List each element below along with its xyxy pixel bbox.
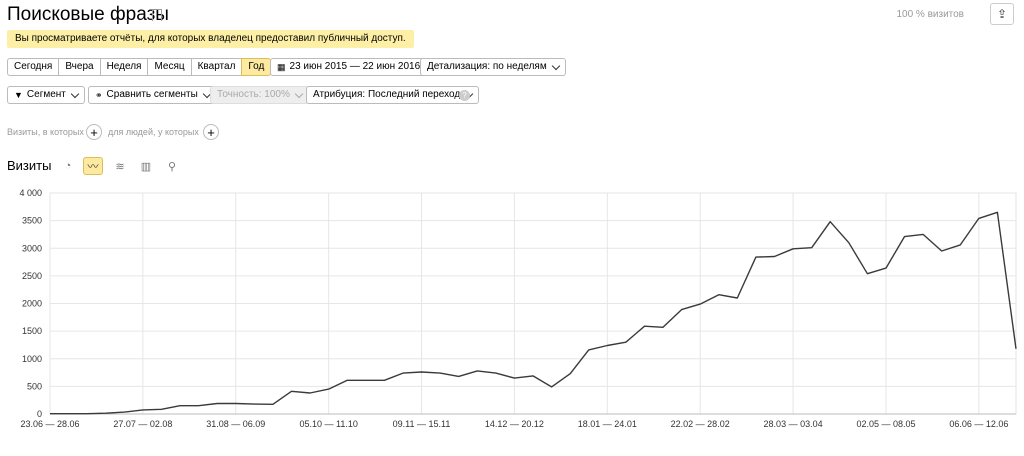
plus-icon: + (90, 125, 98, 140)
date-range-label: 23 июн 2015 — 22 июн 2016 (289, 61, 421, 72)
bookmark-icon[interactable] (152, 9, 162, 21)
x-tick-label: 23.06 — 28.06 (20, 419, 79, 429)
attribution-label: Атрибуция: Последний переход (313, 89, 461, 100)
visits-line-chart: 0 500 1000 1500 2000 2500 3000 3500 4 000 23.06 … (19, 188, 1017, 429)
y-tick-label: 4 000 (19, 188, 42, 198)
y-tick-label: 1500 (22, 326, 42, 336)
y-tick-label: 3500 (22, 216, 42, 226)
area-chart-type-button[interactable]: ≋ (110, 157, 130, 175)
calendar-icon: ▦ (277, 62, 286, 72)
pie-chart-type-button[interactable]: ◔ (58, 157, 78, 175)
compare-label: Сравнить сегменты (106, 89, 198, 100)
y-tick-label: 2000 (22, 299, 42, 309)
chevron-down-icon (70, 89, 80, 98)
x-tick-label: 05.10 — 11.10 (299, 419, 357, 429)
accuracy-dropdown: Точность: 100% (210, 86, 309, 104)
period-yesterday-button[interactable]: Вчера (58, 58, 101, 76)
x-tick-label: 09.11 — 15.11 (393, 419, 451, 429)
export-icon: ⇪ (996, 7, 1008, 21)
period-quarter-button[interactable]: Квартал (190, 58, 243, 76)
bar-chart-type-button[interactable]: ▥ (136, 157, 156, 175)
x-tick-label: 06.06 — 12.06 (949, 419, 1008, 429)
period-selector: Сегодня Вчера Неделя Месяц Квартал Год (7, 58, 272, 76)
detail-dropdown[interactable]: Детализация: по неделям (420, 58, 566, 76)
x-tick-label: 02.05 — 08.05 (856, 419, 915, 429)
x-tick-label: 14.12 — 20.12 (485, 419, 544, 429)
attribution-dropdown[interactable]: Атрибуция: Последний переход (306, 86, 480, 104)
bar-chart-icon: ▥ (140, 160, 152, 173)
period-today-button[interactable]: Сегодня (7, 58, 60, 76)
date-range-button[interactable]: ▦ 23 июн 2015 — 22 июн 2016 (270, 58, 428, 76)
area-chart-icon: ≋ (115, 160, 125, 173)
y-tick-label: 0 (37, 409, 42, 419)
y-tick-label: 1000 (22, 354, 42, 364)
chevron-down-icon (294, 89, 304, 98)
detail-label: Детализация: по неделям (427, 61, 547, 72)
page-title: Поисковые фразы (7, 4, 169, 25)
visits-series-line (50, 211, 1017, 415)
y-tick-label: 3000 (22, 243, 42, 253)
people-condition-label: для людей, у которых (108, 127, 199, 137)
map-chart-type-button[interactable]: ⚲ (162, 157, 182, 175)
add-visits-condition-button[interactable]: + (86, 124, 102, 140)
chevron-down-icon (551, 61, 560, 70)
x-tick-label: 27.07 — 02.08 (113, 419, 172, 429)
line-chart-type-button[interactable]: 〰 (83, 157, 103, 175)
pie-chart-icon: ◔ (64, 160, 72, 172)
public-access-notice: Вы просматриваете отчёты, для которых вл… (7, 30, 414, 48)
export-button[interactable]: ⇪ (990, 3, 1014, 25)
visits-condition-label: Визиты, в которых (7, 127, 84, 137)
segment-dropdown[interactable]: ▼ Сегмент (7, 86, 85, 104)
chart-title: Визиты (7, 158, 52, 173)
segment-label: Сегмент (26, 89, 66, 100)
help-icon[interactable]: ? (459, 90, 470, 101)
compare-segments-dropdown[interactable]: ⚭ Сравнить сегменты (88, 86, 217, 104)
x-tick-label: 18.01 — 24.01 (578, 419, 637, 429)
visits-percentage: 100 % визитов (896, 9, 964, 20)
y-tick-label: 500 (27, 381, 42, 391)
map-pin-icon: ⚲ (167, 160, 177, 173)
period-year-button[interactable]: Год (241, 58, 272, 76)
line-chart-icon: 〰 (87, 161, 99, 173)
y-tick-label: 2500 (22, 271, 42, 281)
plus-icon: + (207, 125, 215, 140)
period-month-button[interactable]: Месяц (147, 58, 192, 76)
x-tick-label: 31.08 — 06.09 (206, 419, 265, 429)
filter-icon: ▼ (14, 90, 23, 100)
add-people-condition-button[interactable]: + (203, 124, 219, 140)
x-tick-label: 28.03 — 03.04 (764, 419, 823, 429)
period-week-button[interactable]: Неделя (99, 58, 149, 76)
accuracy-label: Точность: 100% (217, 89, 290, 100)
compare-icon: ⚭ (95, 90, 103, 100)
x-tick-label: 22.02 — 28.02 (671, 419, 730, 429)
